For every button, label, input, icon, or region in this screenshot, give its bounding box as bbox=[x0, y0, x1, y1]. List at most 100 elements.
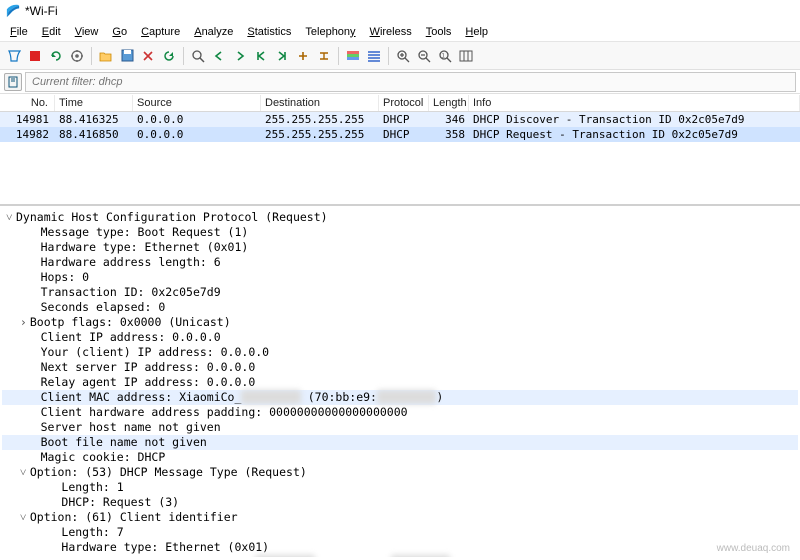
filter-bookmark-icon[interactable] bbox=[4, 73, 22, 91]
col-length[interactable]: Length bbox=[429, 95, 469, 111]
menu-analyze[interactable]: Analyze bbox=[188, 24, 239, 40]
cell-src: 0.0.0.0 bbox=[133, 128, 261, 141]
tree-item[interactable]: Magic cookie: DHCP bbox=[2, 450, 798, 465]
cell-src: 0.0.0.0 bbox=[133, 113, 261, 126]
cell-dst: 255.255.255.255 bbox=[261, 128, 379, 141]
menu-telephony[interactable]: Telephony bbox=[299, 24, 361, 40]
packet-list-body: 14981 88.416325 0.0.0.0 255.255.255.255 … bbox=[0, 112, 800, 142]
tree-item-highlighted[interactable]: Boot file name not given bbox=[2, 435, 798, 450]
col-destination[interactable]: Destination bbox=[261, 95, 379, 111]
toolbar-separator bbox=[91, 47, 92, 65]
tree-item[interactable]: Relay agent IP address: 0.0.0.0 bbox=[2, 375, 798, 390]
tree-item[interactable]: Hardware type: Ethernet (0x01) bbox=[2, 240, 798, 255]
menu-tools[interactable]: Tools bbox=[420, 24, 458, 40]
menu-file[interactable]: File bbox=[4, 24, 34, 40]
cell-no: 14981 bbox=[0, 113, 55, 126]
tree-item-highlighted[interactable]: Client MAC address: XiaomiCo_xx:xx:xx (7… bbox=[2, 390, 798, 405]
menu-wireless[interactable]: Wireless bbox=[364, 24, 418, 40]
col-time[interactable]: Time bbox=[55, 95, 133, 111]
cell-info: DHCP Discover - Transaction ID 0x2c05e7d… bbox=[469, 113, 800, 126]
menu-edit[interactable]: Edit bbox=[36, 24, 67, 40]
cell-time: 88.416850 bbox=[55, 128, 133, 141]
packet-row[interactable]: 14981 88.416325 0.0.0.0 255.255.255.255 … bbox=[0, 112, 800, 127]
tree-item[interactable]: Client IP address: 0.0.0.0 bbox=[2, 330, 798, 345]
tree-item[interactable]: Message type: Boot Request (1) bbox=[2, 225, 798, 240]
tree-item[interactable]: DHCP: Request (3) bbox=[2, 495, 798, 510]
tree-item[interactable]: Hops: 0 bbox=[2, 270, 798, 285]
cell-len: 346 bbox=[429, 113, 469, 126]
menu-statistics[interactable]: Statistics bbox=[241, 24, 297, 40]
filter-bar bbox=[0, 70, 800, 94]
save-file-icon[interactable] bbox=[117, 46, 137, 66]
cell-no: 14982 bbox=[0, 128, 55, 141]
redacted-mac: xx:xx:xx bbox=[255, 555, 314, 557]
restart-capture-icon[interactable] bbox=[46, 46, 66, 66]
go-last-icon[interactable] bbox=[293, 46, 313, 66]
toolbar: 1 bbox=[0, 42, 800, 70]
cell-info: DHCP Request - Transaction ID 0x2c05e7d9 bbox=[469, 128, 800, 141]
toolbar-separator bbox=[338, 47, 339, 65]
start-capture-icon[interactable] bbox=[4, 46, 24, 66]
cell-dst: 255.255.255.255 bbox=[261, 113, 379, 126]
stop-capture-icon[interactable] bbox=[25, 46, 45, 66]
app-logo-icon bbox=[6, 4, 20, 18]
col-protocol[interactable]: Protocol bbox=[379, 95, 429, 111]
go-first-icon[interactable] bbox=[272, 46, 292, 66]
tree-root[interactable]: ˅Dynamic Host Configuration Protocol (Re… bbox=[2, 210, 798, 225]
packet-list-pane: No. Time Source Destination Protocol Len… bbox=[0, 94, 800, 205]
redacted-mac: xx:xx:xx bbox=[241, 390, 300, 404]
zoom-out-icon[interactable] bbox=[414, 46, 434, 66]
list-view-icon[interactable] bbox=[364, 46, 384, 66]
resize-columns-icon[interactable] bbox=[456, 46, 476, 66]
packet-details-pane[interactable]: ˅Dynamic Host Configuration Protocol (Re… bbox=[0, 205, 800, 557]
col-source[interactable]: Source bbox=[133, 95, 261, 111]
packet-list-header: No. Time Source Destination Protocol Len… bbox=[0, 94, 800, 112]
zoom-reset-icon[interactable]: 1 bbox=[435, 46, 455, 66]
cell-proto: DHCP bbox=[379, 128, 429, 141]
reload-file-icon[interactable] bbox=[159, 46, 179, 66]
window-title: *Wi-Fi bbox=[25, 4, 58, 18]
tree-item[interactable]: Hardware type: Ethernet (0x01) bbox=[2, 540, 798, 555]
packet-row[interactable]: 14982 88.416850 0.0.0.0 255.255.255.255 … bbox=[0, 127, 800, 142]
tree-item[interactable]: Server host name not given bbox=[2, 420, 798, 435]
tree-item[interactable]: ˅Option: (53) DHCP Message Type (Request… bbox=[2, 465, 798, 480]
toolbar-separator bbox=[183, 47, 184, 65]
menu-view[interactable]: View bbox=[69, 24, 105, 40]
tree-item[interactable]: Length: 7 bbox=[2, 525, 798, 540]
open-file-icon[interactable] bbox=[96, 46, 116, 66]
find-packet-icon[interactable] bbox=[188, 46, 208, 66]
menu-help[interactable]: Help bbox=[459, 24, 494, 40]
display-filter-input[interactable] bbox=[25, 72, 796, 92]
col-no[interactable]: No. bbox=[0, 95, 55, 111]
tree-item[interactable]: Client MAC address: Xiaomi_exx:xx:xx (70… bbox=[2, 555, 798, 557]
auto-scroll-icon[interactable] bbox=[314, 46, 334, 66]
tree-item[interactable]: Hardware address length: 6 bbox=[2, 255, 798, 270]
redacted-mac: xx:xx:xx bbox=[377, 390, 436, 404]
toolbar-separator bbox=[388, 47, 389, 65]
menu-bar: File Edit View Go Capture Analyze Statis… bbox=[0, 22, 800, 42]
tree-item[interactable]: Transaction ID: 0x2c05e7d9 bbox=[2, 285, 798, 300]
zoom-in-icon[interactable] bbox=[393, 46, 413, 66]
menu-go[interactable]: Go bbox=[106, 24, 133, 40]
cell-time: 88.416325 bbox=[55, 113, 133, 126]
close-file-icon[interactable] bbox=[138, 46, 158, 66]
cell-proto: DHCP bbox=[379, 113, 429, 126]
tree-item[interactable]: Seconds elapsed: 0 bbox=[2, 300, 798, 315]
tree-item[interactable]: Client hardware address padding: 0000000… bbox=[2, 405, 798, 420]
tree-item[interactable]: ˅Option: (61) Client identifier bbox=[2, 510, 798, 525]
jump-packet-icon[interactable] bbox=[251, 46, 271, 66]
go-back-icon[interactable] bbox=[209, 46, 229, 66]
menu-capture[interactable]: Capture bbox=[135, 24, 186, 40]
tree-item[interactable]: Your (client) IP address: 0.0.0.0 bbox=[2, 345, 798, 360]
col-info[interactable]: Info bbox=[469, 95, 800, 111]
colorize-icon[interactable] bbox=[343, 46, 363, 66]
go-forward-icon[interactable] bbox=[230, 46, 250, 66]
capture-options-icon[interactable] bbox=[67, 46, 87, 66]
title-bar: *Wi-Fi bbox=[0, 0, 800, 22]
cell-len: 358 bbox=[429, 128, 469, 141]
watermark: www.deuaq.com bbox=[717, 543, 790, 554]
tree-item[interactable]: ›Bootp flags: 0x0000 (Unicast) bbox=[2, 315, 798, 330]
tree-item[interactable]: Length: 1 bbox=[2, 480, 798, 495]
redacted-mac: xx:xx:xx bbox=[391, 555, 450, 557]
tree-item[interactable]: Next server IP address: 0.0.0.0 bbox=[2, 360, 798, 375]
